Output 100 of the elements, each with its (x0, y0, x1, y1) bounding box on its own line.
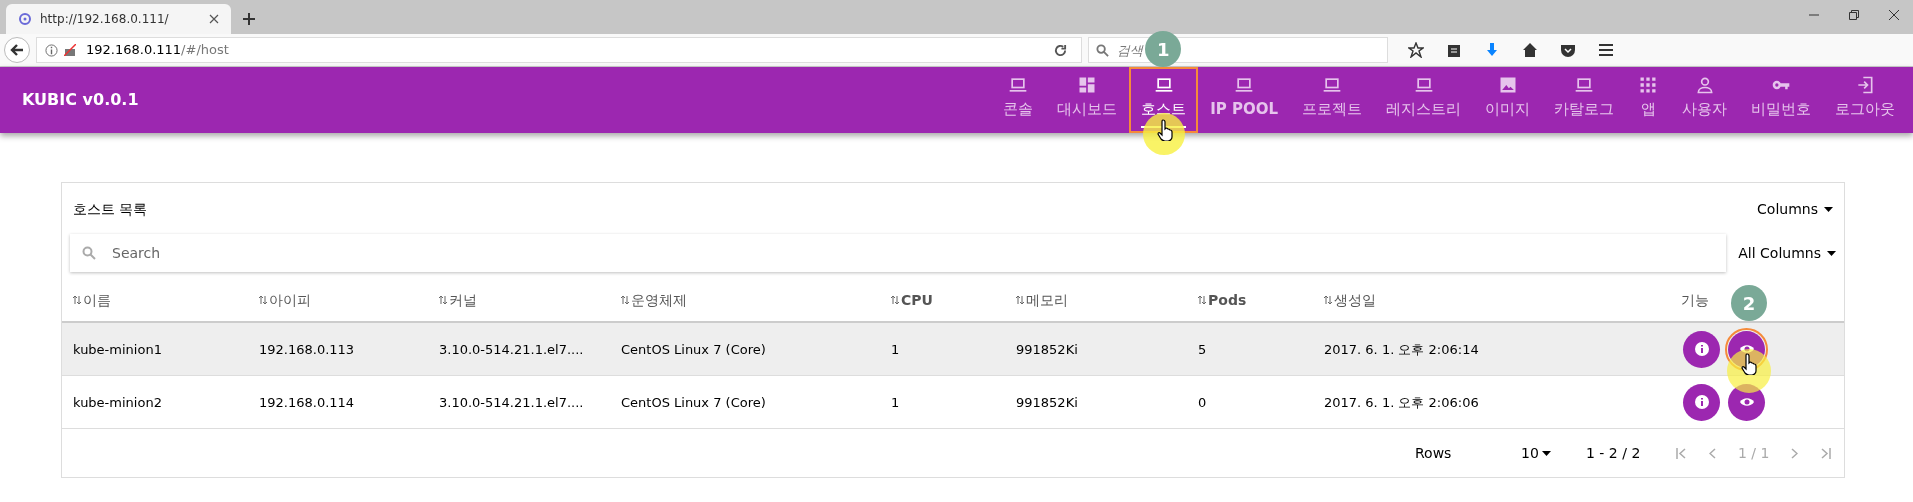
sort-icon[interactable] (1198, 295, 1206, 305)
table-cell: CentOS Linux 7 (Core) (621, 342, 766, 357)
column-header[interactable]: 생성일 (1334, 289, 1376, 311)
pocket-icon[interactable] (1560, 42, 1576, 58)
nav-item[interactable]: 로그아웃 (1823, 67, 1907, 133)
swirl-icon (18, 12, 32, 26)
nav-label: 대시보드 (1057, 99, 1118, 121)
step-marker: 2 (1731, 285, 1767, 321)
table-cell: 192.168.0.114 (259, 395, 355, 410)
sort-icon[interactable] (259, 295, 267, 305)
page-size-dropdown[interactable]: 10 (1521, 442, 1586, 464)
back-arrow-icon (10, 43, 24, 57)
nav-item[interactable]: 레지스트리 (1374, 67, 1473, 133)
search-icon (1096, 44, 1109, 57)
sort-icon[interactable] (621, 295, 629, 305)
table-cell: 192.168.0.113 (259, 342, 355, 357)
nav-label: IP POOL (1210, 99, 1278, 121)
column-header[interactable]: 이름 (83, 289, 111, 311)
column-header[interactable]: CPU (901, 289, 933, 311)
info-icon (1693, 394, 1710, 410)
sort-icon[interactable] (1324, 295, 1332, 305)
address-bar[interactable]: 192.168.0.111/#/host (36, 37, 1082, 63)
info-button[interactable] (1683, 330, 1720, 368)
tab-title: http://192.168.0.111/ (40, 11, 170, 28)
rows-label: Rows (1415, 443, 1453, 463)
table-cell: kube-minion1 (73, 342, 162, 357)
nav-item[interactable]: 사용자 (1670, 67, 1739, 133)
columns-dropdown[interactable]: Columns (1757, 198, 1833, 220)
nav-item[interactable]: IP POOL (1198, 67, 1290, 133)
filter-dropdown[interactable]: All Columns (1738, 242, 1836, 264)
reload-icon[interactable] (1054, 43, 1067, 57)
nav-label: 프로젝트 (1302, 99, 1362, 121)
column-header: 기능 (1681, 290, 1709, 310)
table-title: 호스트 목록 (73, 199, 148, 219)
nav-item[interactable]: 카탈로그 (1542, 67, 1626, 133)
nav-label: 이미지 (1485, 99, 1530, 121)
clipboard-icon[interactable] (1446, 42, 1462, 58)
caret-icon (1827, 250, 1836, 256)
logout-icon (1855, 75, 1875, 96)
sort-icon[interactable] (1016, 295, 1024, 305)
sort-icon[interactable] (439, 295, 447, 305)
table-row[interactable]: kube-minion1 192.168.0.113 3.10.0-514.21.1.el7.... CentOS Linux 7 (Core) 1 991852Ki 5 2017. 6. 1. 오후 2:06:14 (62, 323, 1844, 376)
menu-icon[interactable] (1598, 42, 1614, 58)
nav-item[interactable]: 대시보드 (1045, 67, 1130, 133)
nav-item[interactable]: 앱 (1626, 67, 1670, 133)
url-text: 192.168.0.111/#/host (86, 41, 229, 60)
column-header[interactable]: 아이피 (269, 289, 311, 311)
column-header[interactable]: 메모리 (1026, 289, 1068, 311)
column-header[interactable]: 운영체제 (631, 289, 687, 311)
new-tab-icon[interactable] (243, 13, 255, 25)
nav-label: 로그아웃 (1835, 99, 1895, 121)
table-cell: 5 (1198, 342, 1207, 357)
nav-item[interactable]: 콘솔 (991, 67, 1046, 133)
column-header[interactable]: Pods (1208, 289, 1247, 311)
close-icon[interactable] (1889, 10, 1899, 20)
nav-label: 비밀번호 (1751, 99, 1811, 121)
home-icon[interactable] (1522, 42, 1538, 58)
nav-label: 사용자 (1682, 99, 1727, 121)
table-cell: 1 (891, 395, 900, 410)
table-cell: 3.10.0-514.21.1.el7.... (439, 342, 584, 357)
table-cell: 991852Ki (1016, 342, 1078, 357)
table-cell: 2017. 6. 1. 오후 2:06:14 (1324, 342, 1479, 357)
dashboard-icon (1077, 75, 1098, 96)
info-icon (1693, 341, 1710, 357)
restore-icon[interactable] (1849, 10, 1859, 20)
nav-item[interactable]: 호스트 (1129, 67, 1199, 133)
nav-label: 레지스트리 (1386, 99, 1461, 121)
browser-tab[interactable]: http://192.168.0.111/ (6, 4, 231, 34)
nav-label: 카탈로그 (1554, 99, 1614, 121)
nav-label: 호스트 (1141, 99, 1187, 121)
apps-icon (1638, 75, 1658, 96)
nav-item[interactable]: 프로젝트 (1290, 67, 1374, 133)
sort-icon[interactable] (73, 295, 81, 305)
search-field[interactable]: Search (70, 234, 1727, 272)
page-indicator: 1 / 1 (1738, 443, 1770, 463)
close-icon[interactable] (209, 14, 219, 24)
range-text: 1 - 2 / 2 (1586, 443, 1642, 463)
caret-icon (1541, 450, 1551, 456)
column-header[interactable]: 커널 (449, 289, 477, 311)
app-title: KUBIC v0.0.1 (22, 89, 139, 111)
search-icon (82, 246, 96, 260)
info-icon (45, 43, 58, 57)
nav-label: 콘솔 (1003, 99, 1034, 121)
table-cell: 2017. 6. 1. 오후 2:06:06 (1324, 395, 1479, 410)
hand-cursor-icon (1157, 119, 1176, 141)
table-cell: kube-minion2 (73, 395, 162, 410)
star-icon[interactable] (1408, 42, 1424, 58)
back-button[interactable] (4, 37, 30, 63)
table-cell: 3.10.0-514.21.1.el7.... (439, 395, 584, 410)
caret-icon (1824, 206, 1833, 212)
table-cell: CentOS Linux 7 (Core) (621, 395, 766, 410)
person-icon (1694, 75, 1715, 96)
nav-item[interactable]: 비밀번호 (1739, 67, 1823, 133)
nav-label: 앱 (1640, 99, 1656, 121)
table-cell: 0 (1198, 395, 1207, 410)
download-icon[interactable] (1484, 42, 1500, 58)
nav-item[interactable]: 이미지 (1473, 67, 1542, 133)
info-button[interactable] (1683, 383, 1720, 421)
sort-icon[interactable] (891, 295, 899, 305)
table-cell: 1 (891, 342, 900, 357)
